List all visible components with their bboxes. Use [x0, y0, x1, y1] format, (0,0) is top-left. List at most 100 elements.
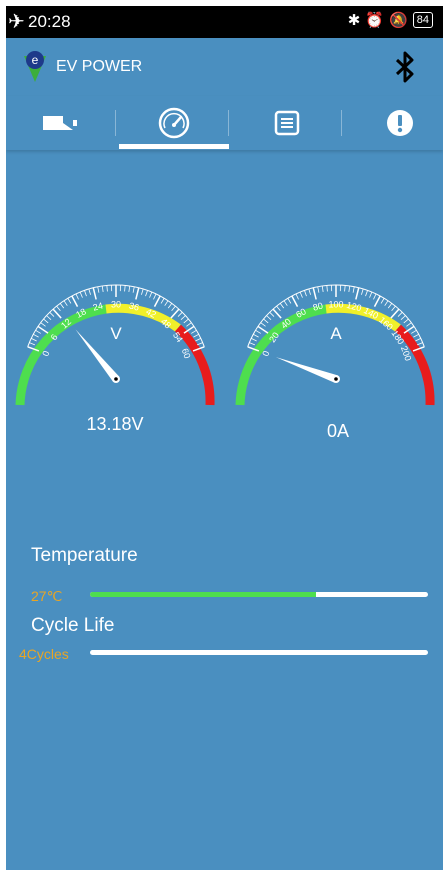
a-tick [269, 312, 275, 317]
a-tick [413, 333, 419, 338]
v-tick [145, 290, 148, 297]
a-tick-label: 100 [328, 299, 343, 309]
temperature-bar-fill [90, 592, 317, 597]
silent-icon: 🔕 [389, 12, 408, 29]
tab-alerts[interactable] [345, 96, 443, 150]
a-tick [355, 287, 360, 300]
a-tick [416, 342, 423, 346]
a-tick [373, 295, 381, 307]
v-tick [164, 300, 169, 306]
a-tick [283, 300, 288, 306]
selected-tab-indicator [119, 144, 229, 149]
cycle-life-label: Cycle Life [31, 615, 115, 636]
v-tick [177, 312, 183, 317]
speedometer-icon [158, 107, 189, 139]
v-tick [132, 286, 135, 293]
svg-text:e: e [32, 53, 39, 67]
battery-icon [42, 116, 77, 130]
v-tick [75, 293, 79, 300]
v-tick [196, 342, 203, 346]
a-tick [251, 338, 257, 342]
v-tick [180, 315, 186, 320]
a-tick [253, 333, 259, 338]
app-title: EV POWER [56, 58, 143, 75]
current-readout: 0A [326, 421, 350, 441]
a-tick [384, 300, 389, 306]
a-tick [361, 288, 364, 295]
a-tick [348, 285, 351, 293]
v-tick [124, 285, 126, 292]
v-tick [153, 293, 157, 300]
a-tick [299, 291, 303, 298]
a-tick-label: 0 [260, 349, 271, 357]
v-tick [37, 325, 49, 334]
v-tick [106, 285, 108, 292]
a-tick [291, 295, 299, 307]
a-tick [380, 298, 385, 304]
v-tick [35, 329, 41, 334]
a-tick [312, 287, 317, 300]
a-tick [279, 303, 285, 309]
tab-dashboard[interactable] [119, 96, 228, 150]
v-tick [84, 290, 87, 297]
a-tick [326, 285, 328, 292]
v-tick [191, 329, 197, 334]
a-tick [263, 318, 269, 324]
v-tick [79, 291, 83, 298]
v-tick-label: 30 [111, 299, 121, 309]
v-tick [46, 315, 52, 320]
app-screen: ✈ 20:28 ✱ ⏰ 🔕 84 e EV POWER V 0 6 12 18 … [6, 6, 443, 870]
v-tick [29, 342, 36, 346]
voltage-gauge: V 061218 24 30 36 42485460 [15, 284, 215, 406]
v-tick [128, 285, 131, 293]
a-tick [406, 322, 412, 327]
a-tick [317, 286, 320, 293]
status-icons: ✱ ⏰ 🔕 84 [348, 11, 433, 29]
v-tick [135, 287, 140, 300]
v-tick-label: 60 [180, 347, 193, 360]
v-tick [43, 318, 49, 324]
bluetooth-button-icon[interactable] [394, 50, 416, 84]
a-tick [249, 342, 256, 346]
current-gauge: A 0204060 80 100 120 140160180200 [235, 284, 435, 406]
app-logo-icon: e [24, 51, 46, 82]
cycle-life-bar [90, 650, 428, 655]
v-tick [141, 288, 144, 295]
v-tick [186, 322, 192, 327]
a-tick [287, 298, 292, 304]
cycle-life-value: 4Cycles [19, 646, 69, 662]
app-bar: e EV POWER [6, 38, 443, 96]
a-tick [255, 329, 261, 334]
a-tick [257, 325, 269, 334]
v-tick [49, 312, 55, 317]
v-tick [160, 298, 165, 304]
a-tick [295, 293, 299, 300]
temperature-label: Temperature [31, 545, 138, 566]
alert-icon [386, 110, 413, 136]
a-tick [266, 315, 272, 320]
a-tick [308, 288, 311, 295]
voltage-readout: 13.18V [86, 414, 144, 434]
a-tick [365, 290, 368, 297]
bluetooth-status-icon: ✱ [347, 12, 361, 29]
v-tick [149, 291, 153, 298]
v-tick [195, 338, 201, 342]
a-tick [391, 305, 396, 312]
a-tick [276, 305, 281, 312]
v-tick [97, 286, 100, 293]
a-tick [260, 322, 266, 327]
v-tick [56, 305, 61, 312]
a-tick [397, 312, 403, 317]
tab-list[interactable] [232, 96, 341, 150]
temperature-value: 27℃ [31, 588, 63, 604]
a-needle [275, 357, 338, 383]
v-tick [40, 322, 46, 327]
a-tick [344, 285, 346, 292]
v-tick [88, 288, 91, 295]
tab-battery[interactable] [6, 96, 115, 150]
a-tick [415, 338, 421, 342]
status-bar: ✈ 20:28 ✱ ⏰ 🔕 84 [6, 6, 443, 38]
a-tick [400, 315, 406, 320]
a-tick [304, 290, 307, 297]
v-tick-label: 0 [40, 349, 51, 357]
